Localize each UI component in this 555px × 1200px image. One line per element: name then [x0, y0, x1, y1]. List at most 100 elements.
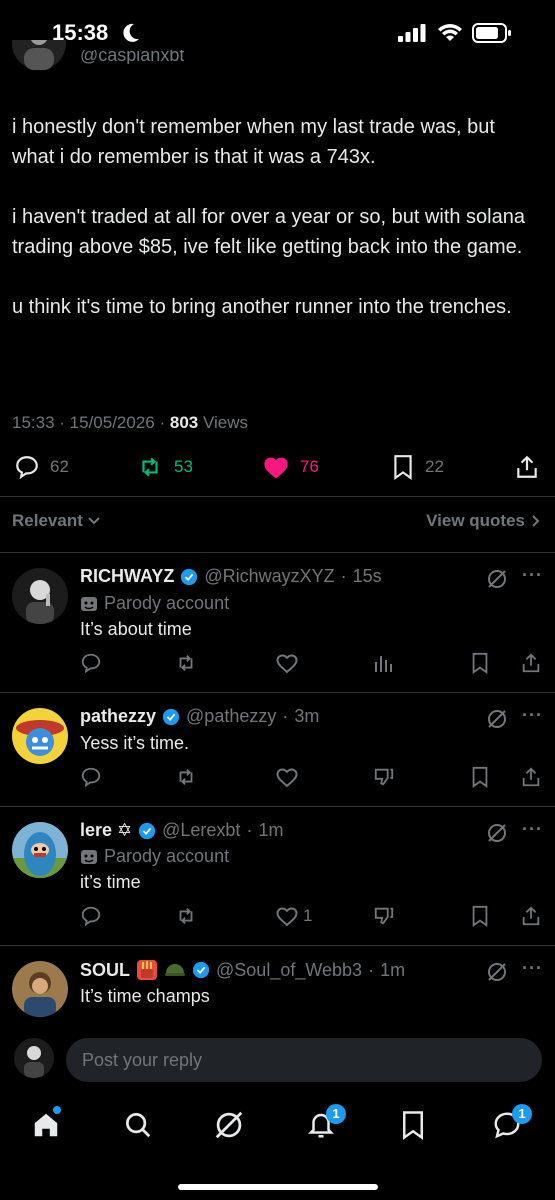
- tab-grok[interactable]: [214, 1110, 244, 1140]
- author-avatar[interactable]: [12, 40, 66, 70]
- avatar[interactable]: [12, 708, 68, 764]
- grok-icon[interactable]: [486, 708, 508, 730]
- reply-icon[interactable]: [80, 652, 102, 674]
- more-options-icon[interactable]: ···: [522, 565, 543, 586]
- reply-button[interactable]: 62: [14, 454, 69, 480]
- heart-icon[interactable]: [275, 652, 299, 674]
- share-button[interactable]: [514, 454, 540, 480]
- like-count: 1: [303, 906, 313, 925]
- avatar[interactable]: [12, 568, 68, 624]
- reply-time: 3m: [294, 706, 320, 726]
- reply-text: Yess it’s time.: [80, 733, 190, 753]
- reply-text: It’s time champs: [80, 986, 210, 1006]
- verified-badge-icon: [181, 568, 198, 585]
- tab-notifications[interactable]: 1: [306, 1104, 346, 1140]
- tab-bookmarks[interactable]: [398, 1110, 428, 1140]
- bookmark-icon[interactable]: [470, 905, 490, 927]
- theater-mask-icon: [81, 596, 97, 611]
- bookmark-icon[interactable]: [470, 766, 490, 788]
- share-icon[interactable]: [520, 905, 542, 927]
- views-count[interactable]: 803: [170, 413, 198, 432]
- bookmark-count: 22: [425, 457, 444, 476]
- repost-button[interactable]: 53: [136, 454, 193, 480]
- verified-badge-icon: [192, 961, 210, 979]
- reply-author[interactable]: lere ✡ @Lerexbt · 1m: [80, 820, 283, 841]
- repost-icon[interactable]: [175, 905, 197, 927]
- repost-icon: [142, 457, 158, 477]
- tweet-time: 15:33: [12, 413, 55, 432]
- author-name: pathezzy: [80, 706, 157, 726]
- sort-label: Relevant: [12, 511, 83, 530]
- share-icon[interactable]: [520, 766, 542, 788]
- divider: [0, 692, 555, 693]
- sort-dropdown[interactable]: Relevant: [12, 511, 101, 531]
- home-indicator: [178, 1184, 378, 1190]
- author-handle: @Lerexbt: [162, 820, 241, 840]
- repost-icon[interactable]: [175, 766, 197, 788]
- reply-icon[interactable]: [80, 905, 102, 927]
- reply-author[interactable]: SOUL @Soul_of_Webb3 · 1m: [80, 959, 405, 981]
- reply-input[interactable]: Post your reply: [66, 1038, 542, 1082]
- author-handle: @pathezzy: [186, 706, 277, 726]
- avatar[interactable]: [12, 822, 68, 878]
- more-options-icon[interactable]: ···: [522, 705, 543, 726]
- battery-icon: [472, 23, 511, 43]
- my-avatar[interactable]: [14, 1038, 54, 1078]
- chevron-down-icon: [88, 517, 100, 525]
- like-button[interactable]: 76: [262, 454, 319, 480]
- author-name: SOUL: [80, 959, 131, 980]
- reply-icon: [16, 456, 38, 480]
- reply-time: 1m: [258, 820, 284, 840]
- divider: [0, 945, 555, 946]
- reply-time: 1m: [380, 959, 406, 980]
- view-quotes-label: View quotes: [426, 511, 525, 530]
- verified-badge-icon: [139, 822, 156, 839]
- helmet-emoji-icon: [165, 964, 186, 976]
- messages-badge: 1: [512, 1104, 532, 1124]
- tweet-meta: 15:33 · 15/05/2026 · 803 Views: [12, 413, 249, 432]
- author-handle[interactable]: @caspianxbt: [80, 50, 184, 64]
- grok-icon[interactable]: [486, 822, 508, 844]
- reply-time: 15s: [352, 566, 382, 586]
- tab-home[interactable]: [31, 1106, 61, 1140]
- heart-icon[interactable]: [275, 766, 299, 788]
- tweet-date: 15/05/2026: [69, 413, 155, 432]
- grok-icon[interactable]: [486, 961, 508, 983]
- bookmark-icon[interactable]: [470, 652, 490, 674]
- like-button[interactable]: 1: [275, 905, 312, 927]
- search-icon: [126, 1113, 151, 1138]
- avatar[interactable]: [12, 961, 68, 1017]
- views-chart-icon[interactable]: [373, 652, 395, 674]
- chevron-right-icon: [532, 515, 540, 527]
- tab-messages[interactable]: 1: [492, 1104, 532, 1140]
- reply-icon[interactable]: [80, 766, 102, 788]
- tab-explore[interactable]: [123, 1110, 153, 1140]
- tweet-paragraph: i haven't traded at all for over a year …: [12, 206, 525, 258]
- grok-icon: [215, 1111, 243, 1139]
- wifi-icon: [438, 24, 462, 41]
- author-name: RICHWAYZ: [80, 566, 175, 586]
- reply-composer: Post your reply: [0, 1030, 555, 1092]
- grok-icon[interactable]: [486, 568, 508, 590]
- reply-text: It’s about time: [80, 619, 192, 639]
- repost-icon[interactable]: [175, 652, 197, 674]
- tweet-paragraph: u think it's time to bring another runne…: [12, 296, 512, 318]
- view-quotes-link[interactable]: View quotes: [426, 511, 541, 531]
- tweet-text: i honestly don't remember when my last t…: [12, 112, 542, 352]
- dislike-icon[interactable]: [373, 766, 395, 788]
- reply-text: it’s time: [80, 872, 141, 892]
- signal-icon: [398, 24, 426, 42]
- author-handle: @RichwayzXYZ: [204, 566, 335, 586]
- share-icon[interactable]: [520, 652, 542, 674]
- more-options-icon[interactable]: ···: [522, 819, 543, 840]
- reply-author[interactable]: RICHWAYZ @RichwayzXYZ · 15s: [80, 566, 382, 587]
- bookmark-button[interactable]: 22: [391, 454, 444, 480]
- divider: [0, 552, 555, 553]
- more-options-icon[interactable]: ···: [522, 958, 543, 979]
- views-label: Views: [202, 413, 249, 432]
- dislike-icon[interactable]: [373, 905, 395, 927]
- divider: [0, 806, 555, 807]
- reply-author[interactable]: pathezzy @pathezzy · 3m: [80, 706, 319, 727]
- unread-dot: [53, 1106, 61, 1114]
- divider: [0, 496, 555, 497]
